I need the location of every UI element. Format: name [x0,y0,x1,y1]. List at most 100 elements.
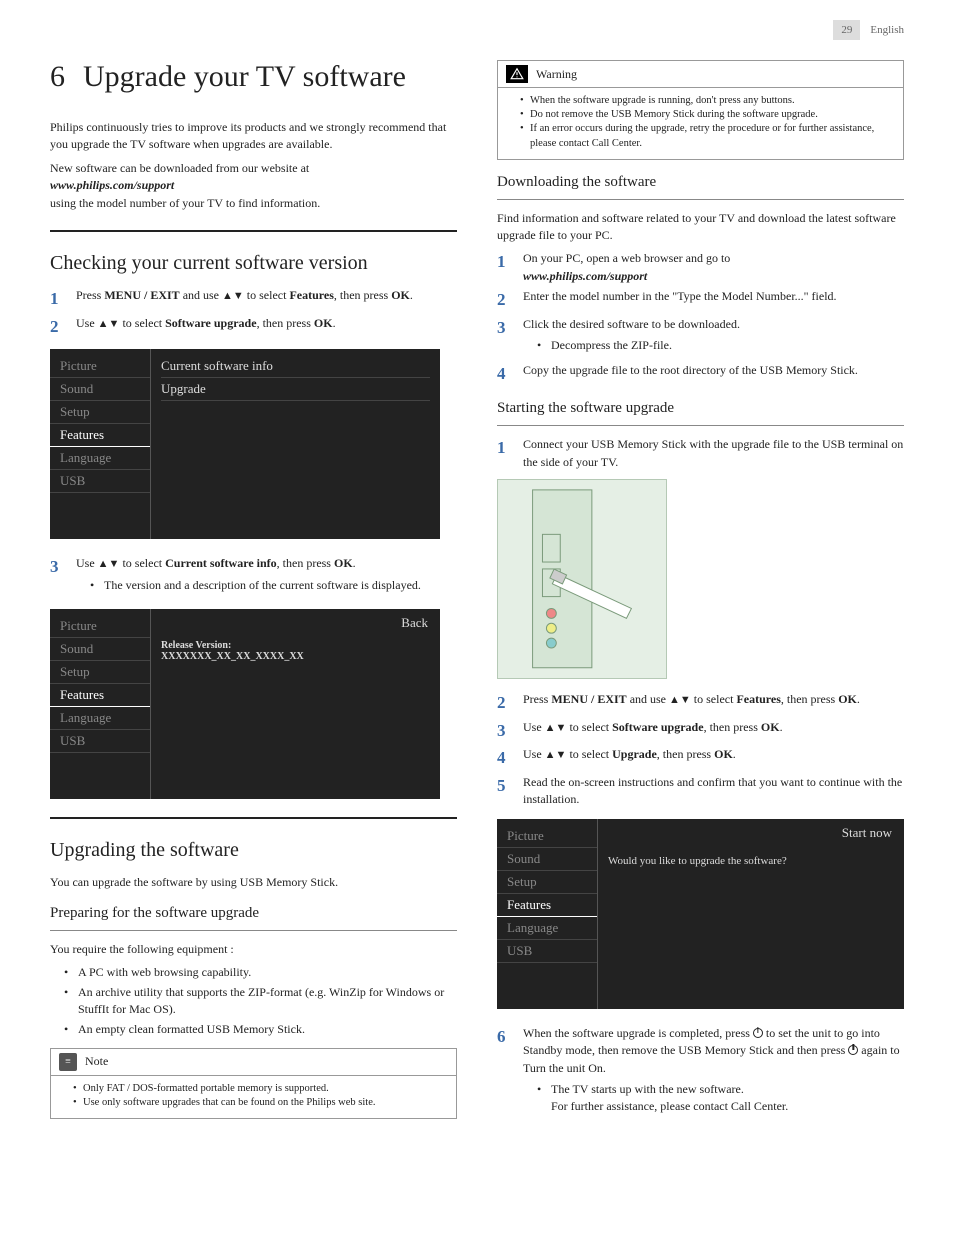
step-body: Enter the model number in the "Type the … [523,288,904,313]
step-body: Press MENU / EXIT and use ▲▼ to select F… [76,287,457,312]
note-box: ≡ Note Only FAT / DOS-formatted portable… [50,1048,457,1119]
arrow-up-down-icon: ▲▼ [222,290,244,302]
warning-label: Warning [536,67,577,82]
warning-icon [506,65,528,83]
step-number: 5 [497,774,511,809]
step-number: 1 [497,436,511,471]
prep-intro: You require the following equipment : [50,941,457,958]
menu-item: USB [50,470,150,493]
step-body: On your PC, open a web browser and go to… [523,250,904,285]
step-body: Use ▲▼ to select Current software info, … [76,555,457,598]
step-number: 3 [497,316,511,359]
tv-menu-screenshot-3: Picture Sound Setup Features Language US… [497,819,904,1009]
arrow-up-down-icon: ▲▼ [545,722,567,734]
menu-item: Sound [497,848,597,871]
step-number: 3 [50,555,64,598]
menu-item: Language [497,917,597,940]
warning-item: When the software upgrade is running, do… [520,94,893,108]
step-body: Use ▲▼ to select Upgrade, then press OK. [523,746,904,771]
step-body: Press MENU / EXIT and use ▲▼ to select F… [523,691,904,716]
starting-title: Starting the software upgrade [497,400,904,417]
step-number: 4 [497,362,511,387]
page-header: 29 English [50,20,904,40]
warning-item: Do not remove the USB Memory Stick durin… [520,108,893,122]
power-icon [848,1045,858,1055]
menu-item: Sound [50,638,150,661]
step-number: 4 [497,746,511,771]
chapter-title-text: Upgrade your TV software [83,60,406,94]
downloading-intro: Find information and software related to… [497,210,904,245]
menu-item: USB [50,730,150,753]
menu-item: USB [497,940,597,963]
step-number: 2 [497,288,511,313]
step-bullet: The version and a description of the cur… [90,577,457,594]
upgrading-title: Upgrading the software [50,839,457,862]
checking-steps-1-2: 1 Press MENU / EXIT and use ▲▼ to select… [50,287,457,339]
step-body: Use ▲▼ to select Software upgrade, then … [76,315,457,340]
note-item: Use only software upgrades that can be f… [73,1096,446,1110]
step-body: Copy the upgrade file to the root direct… [523,362,904,387]
menu-item: Picture [50,355,150,378]
arrow-up-down-icon: ▲▼ [98,558,120,570]
note-icon: ≡ [59,1053,77,1071]
checking-step-3: 3 Use ▲▼ to select Current software info… [50,555,457,598]
step-number: 2 [50,315,64,340]
step-body: Read the on-screen instructions and conf… [523,774,904,809]
menu-item-selected: Features [50,424,150,447]
left-column: 6 Upgrade your TV software Philips conti… [50,50,457,1129]
arrow-up-down-icon: ▲▼ [545,749,567,761]
menu-item: Picture [50,615,150,638]
menu-item: Sound [50,378,150,401]
step-number: 1 [497,250,511,285]
menu-item: Language [50,447,150,470]
step-number: 2 [497,691,511,716]
step-body: Click the desired software to be downloa… [523,316,904,359]
list-item: A PC with web browsing capability. [64,964,457,981]
intro-p1: Philips continuously tries to improve it… [50,119,457,154]
menu-item: Setup [50,401,150,424]
list-item: An empty clean formatted USB Memory Stic… [64,1021,457,1038]
chapter-number: 6 [50,60,65,94]
step-body: Use ▲▼ to select Software upgrade, then … [523,719,904,744]
right-column: Warning When the software upgrade is run… [497,50,904,1129]
list-item: An archive utility that supports the ZIP… [64,984,457,1019]
menu-item: Picture [497,825,597,848]
starting-step-6: 6 When the software upgrade is completed… [497,1025,904,1120]
menu-item: Language [50,707,150,730]
starting-steps-2-5: 2 Press MENU / EXIT and use ▲▼ to select… [497,691,904,809]
page-number: 29 [833,20,860,40]
step-number: 6 [497,1025,511,1120]
tv-menu-screenshot-2: Picture Sound Setup Features Language US… [50,609,440,799]
arrow-up-down-icon: ▲▼ [669,694,691,706]
arrow-up-down-icon: ▲▼ [98,318,120,330]
upgrading-intro: You can upgrade the software by using US… [50,874,457,891]
menu-item-selected: Features [497,894,597,917]
intro-url: www.philips.com/support [50,178,174,192]
note-item: Only FAT / DOS-formatted portable memory… [73,1082,446,1096]
step-number: 3 [497,719,511,744]
back-label: Back [401,615,428,631]
chapter-title: 6 Upgrade your TV software [50,60,457,94]
prep-list: A PC with web browsing capability. An ar… [64,964,457,1038]
step-body: When the software upgrade is completed, … [523,1025,904,1120]
note-label: Note [85,1054,108,1069]
submenu-item: Current software info [161,355,430,378]
warning-item: If an error occurs during the upgrade, r… [520,122,893,150]
step-number: 1 [50,287,64,312]
menu-item: Setup [497,871,597,894]
menu-item: Setup [50,661,150,684]
checking-title: Checking your current software version [50,252,457,275]
release-version: Release Version: XXXXXXX_XX_XX_XXXX_XX [161,615,430,662]
intro-p2: New software can be downloaded from our … [50,160,457,212]
downloading-steps: 1 On your PC, open a web browser and go … [497,250,904,386]
starting-steps: 1 Connect your USB Memory Stick with the… [497,436,904,471]
step-bullet: Decompress the ZIP-file. [537,337,904,354]
submenu-item: Upgrade [161,378,430,401]
downloading-title: Downloading the software [497,174,904,191]
tv-menu-screenshot-1: Picture Sound Setup Features Language US… [50,349,440,539]
preparing-title: Preparing for the software upgrade [50,905,457,922]
step-body: Connect your USB Memory Stick with the u… [523,436,904,471]
menu-item-selected: Features [50,684,150,707]
start-now-label: Start now [842,825,892,841]
page-language: English [870,24,904,36]
